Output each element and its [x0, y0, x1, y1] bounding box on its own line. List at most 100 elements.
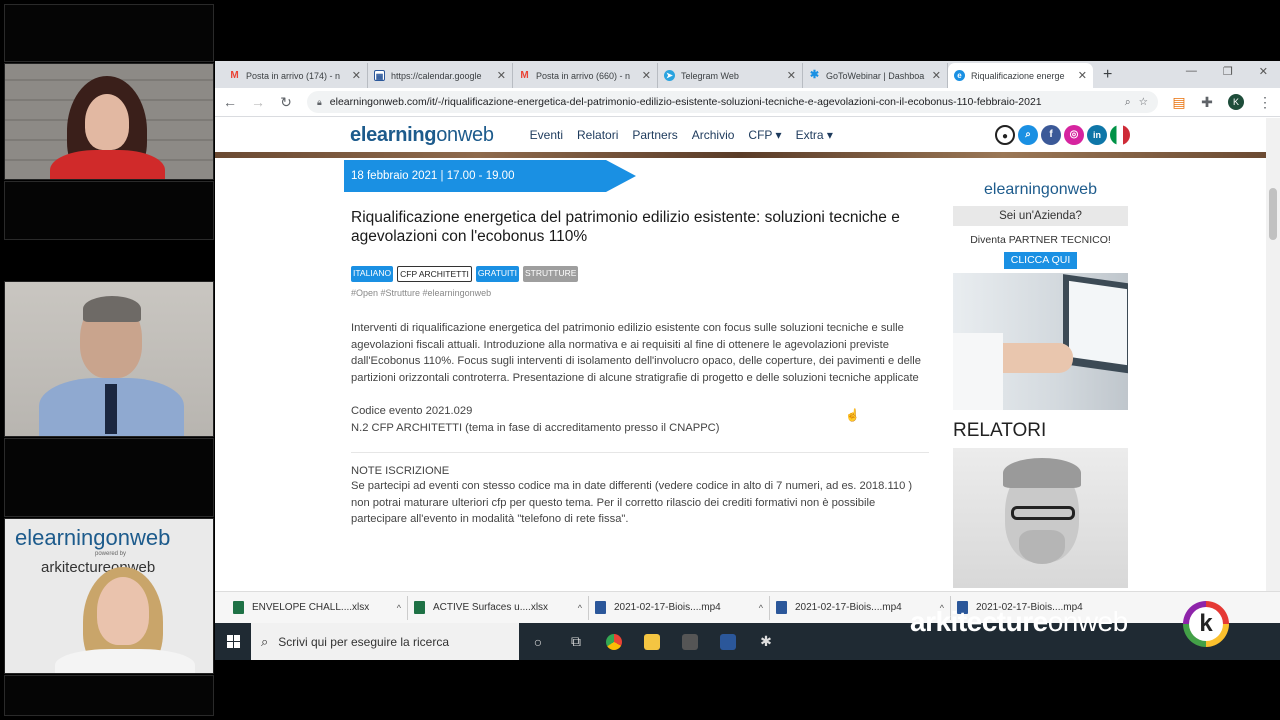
close-icon[interactable]: ✕: [1078, 69, 1087, 82]
date-banner: 18 febbraio 2021 | 17.00 - 19.00: [344, 160, 636, 192]
menu-item-archivio[interactable]: Archivio: [692, 128, 735, 142]
banner-arrow: [606, 160, 636, 192]
url-text: elearningonweb.com/it/-/riqualificazione…: [329, 96, 1042, 108]
clicca-qui-button[interactable]: CLICCA QUI: [1004, 252, 1077, 269]
file-explorer-icon[interactable]: [633, 623, 671, 660]
excel-file-icon: [233, 601, 244, 614]
gmail-icon: M: [520, 70, 529, 81]
close-icon[interactable]: ✕: [497, 69, 506, 82]
speaker-photo[interactable]: [953, 448, 1128, 588]
star-icon[interactable]: ☆: [1139, 96, 1148, 108]
mouse-cursor-icon: ☝: [845, 408, 860, 422]
sidebar: elearningonweb Sei un'Azienda? Diventa P…: [953, 181, 1128, 588]
partner-laptop-image[interactable]: [953, 273, 1128, 410]
download-item[interactable]: 2021-02-17-Biois....mp4 ^: [589, 595, 770, 620]
tag-cfp-architetti[interactable]: CFP ARCHITETTI: [397, 266, 472, 282]
tab-bar: M Posta in arrivo (174) - n ✕ ▦ https://…: [215, 61, 1280, 88]
tag-strutture[interactable]: STRUTTURE: [522, 266, 579, 282]
restore-icon[interactable]: ❐: [1223, 65, 1233, 78]
menu-dots-icon[interactable]: ⋮: [1258, 94, 1272, 111]
close-icon[interactable]: ✕: [787, 69, 796, 82]
scrollbar-thumb[interactable]: [1269, 188, 1277, 240]
close-icon[interactable]: ✕: [642, 69, 651, 82]
start-button[interactable]: [215, 623, 251, 660]
main-menu: Eventi Relatori Partners Archivio CFP ▾ …: [530, 128, 833, 142]
logo-regular: onweb: [436, 123, 494, 146]
video-file-icon: [595, 601, 606, 614]
zoom-icon[interactable]: ⌕: [1125, 96, 1131, 109]
minimize-icon[interactable]: —: [1186, 65, 1197, 78]
download-item[interactable]: ACTIVE Surfaces u....xlsx ^: [408, 595, 589, 620]
menu-item-relatori[interactable]: Relatori: [577, 128, 618, 142]
excel-file-icon: [414, 601, 425, 614]
tab-telegram[interactable]: ➤ Telegram Web ✕: [658, 63, 803, 88]
app-icon[interactable]: [709, 623, 747, 660]
chevron-up-icon[interactable]: ^: [397, 603, 401, 613]
user-icon[interactable]: ●: [995, 125, 1015, 145]
task-view-icon[interactable]: ⧉: [557, 623, 595, 660]
download-item[interactable]: ENVELOPE CHALL....xlsx ^: [227, 595, 408, 620]
participant-shirt: [55, 649, 195, 673]
screen: elearningonweb powered by arkitectureonw…: [0, 0, 1280, 720]
gotowebinar-icon[interactable]: ✱: [747, 623, 785, 660]
tab-label: Riqualificazione energe: [971, 70, 1065, 81]
close-icon[interactable]: ✕: [932, 69, 941, 82]
tab-riqualificazione[interactable]: e Riqualificazione energe ✕: [948, 63, 1093, 88]
tag-gratuiti[interactable]: GRATUITI: [475, 266, 519, 282]
k-logo-letter: k: [1189, 607, 1223, 641]
telegram-icon: ➤: [664, 70, 675, 81]
tab-calendar[interactable]: ▦ https://calendar.google ✕: [368, 63, 513, 88]
close-window-icon[interactable]: ✕: [1259, 65, 1268, 78]
tag-italiano[interactable]: ITALIANO: [351, 266, 394, 282]
tab-label: Posta in arrivo (660) - n: [536, 70, 631, 81]
facebook-icon[interactable]: f: [1041, 125, 1061, 145]
page-scrollbar[interactable]: [1266, 118, 1280, 591]
webcam-frame-top: [4, 4, 214, 62]
menu-item-partners[interactable]: Partners: [632, 128, 677, 142]
menu-item-cfp[interactable]: CFP ▾: [748, 128, 781, 142]
webcam-participant-3: elearningonweb powered by arkitectureonw…: [4, 518, 214, 674]
reload-icon[interactable]: ↻: [279, 94, 293, 111]
webcam-participant-1: [4, 63, 214, 180]
extension-icon[interactable]: ▤: [1172, 94, 1186, 111]
tab-gmail-2[interactable]: M Posta in arrivo (660) - n ✕: [513, 63, 658, 88]
webcam-overlay-powered: powered by: [95, 551, 127, 557]
note-title: NOTE ISCRIZIONE: [351, 465, 450, 477]
tab-gotowebinar[interactable]: ✱ GoToWebinar | Dashboa ✕: [803, 63, 948, 88]
chevron-up-icon[interactable]: ^: [578, 603, 582, 613]
speaker-beard: [1019, 530, 1065, 564]
close-icon[interactable]: ✕: [352, 69, 361, 82]
gmail-icon: M: [230, 70, 239, 81]
cortana-icon[interactable]: ○: [519, 623, 557, 660]
tab-gmail-1[interactable]: M Posta in arrivo (174) - n ✕: [223, 63, 368, 88]
event-cfp-text: N.2 CFP ARCHITETTI (tema in fase di accr…: [351, 421, 720, 434]
participant-face: [97, 577, 149, 645]
linkedin-icon[interactable]: in: [1087, 125, 1107, 145]
menu-item-eventi[interactable]: Eventi: [530, 128, 563, 142]
calendar-icon: ▦: [374, 70, 385, 81]
new-tab-button[interactable]: +: [1103, 66, 1112, 84]
gotowebinar-icon: ✱: [809, 69, 820, 81]
search-icon[interactable]: ⌕: [1018, 125, 1038, 145]
menu-item-extra[interactable]: Extra ▾: [796, 128, 833, 142]
calculator-icon[interactable]: [671, 623, 709, 660]
chrome-icon[interactable]: [595, 623, 633, 660]
event-code-text: Codice evento 2021.029: [351, 405, 473, 417]
chevron-up-icon[interactable]: ^: [759, 603, 763, 613]
instagram-icon[interactable]: ◎: [1064, 125, 1084, 145]
event-code: Codice evento 2021.029 N.2 CFP ARCHITETT…: [351, 403, 929, 436]
puzzle-icon[interactable]: ✚: [1200, 94, 1214, 111]
webcam-participant-2: [4, 281, 214, 437]
italy-flag-icon[interactable]: [1110, 125, 1130, 145]
taskbar-search[interactable]: ⌕ Scrivi qui per eseguire la ricerca: [251, 623, 519, 660]
site-logo[interactable]: elearningonweb: [350, 124, 494, 147]
site-icon: e: [954, 70, 965, 81]
event-title: Riqualificazione energetica del patrimon…: [351, 209, 900, 245]
download-name: ENVELOPE CHALL....xlsx: [252, 602, 370, 613]
tag-list: ITALIANO CFP ARCHITETTI GRATUITI STRUTTU…: [351, 266, 929, 282]
back-icon[interactable]: ←: [223, 94, 237, 110]
speaker-hair: [1003, 458, 1081, 488]
url-input[interactable]: 🔒︎ elearningonweb.com/it/-/riqualificazi…: [307, 91, 1158, 113]
forward-icon[interactable]: →: [251, 94, 265, 110]
profile-avatar[interactable]: K: [1228, 94, 1244, 110]
